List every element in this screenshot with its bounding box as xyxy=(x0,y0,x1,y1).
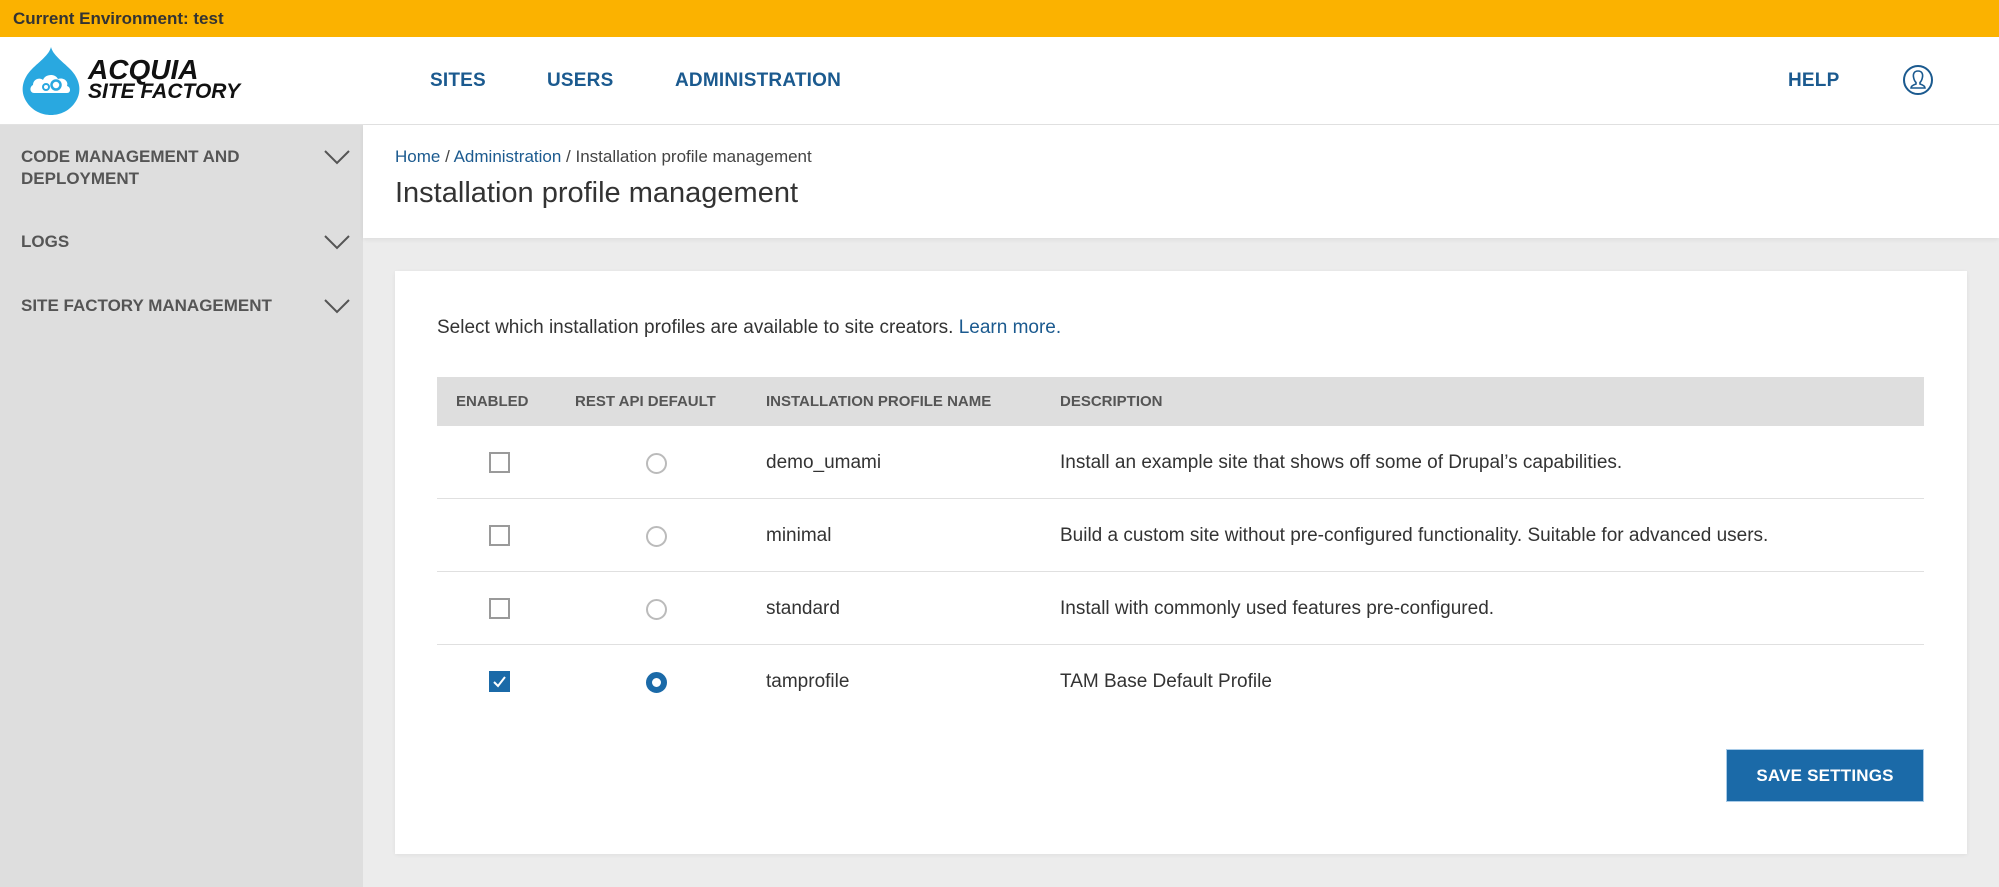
profile-settings-card: Select which installation profiles are a… xyxy=(395,271,1967,854)
profile-description: Build a custom site without pre-configur… xyxy=(1060,525,1769,546)
logo-line2: SITE FACTORY xyxy=(88,80,241,103)
nav-sites[interactable]: SITES xyxy=(430,70,486,92)
sidebar-item-site-factory-management[interactable]: SITE FACTORY MANAGEMENT xyxy=(21,295,351,317)
rest-default-radio[interactable] xyxy=(646,599,667,620)
page-header: Home / Administration / Installation pro… xyxy=(363,125,1999,238)
nav-administration[interactable]: ADMINISTRATION xyxy=(675,70,841,92)
table-row: minimal Build a custom site without pre-… xyxy=(437,499,1924,572)
chevron-down-icon xyxy=(324,150,350,165)
profile-name: demo_umami xyxy=(766,452,882,473)
table-row: demo_umami Install an example site that … xyxy=(437,426,1924,499)
learn-more-link[interactable]: Learn more. xyxy=(959,317,1061,338)
chevron-down-icon xyxy=(324,235,350,250)
top-header: ACQUIA SITE FACTORY SITES USERS ADMINIST… xyxy=(0,37,1999,125)
profiles-table: ENABLED REST API DEFAULT INSTALLATION PR… xyxy=(437,377,1924,718)
rest-default-radio[interactable] xyxy=(646,672,667,693)
column-enabled: ENABLED xyxy=(456,393,529,410)
breadcrumb: Home / Administration / Installation pro… xyxy=(395,147,812,167)
profile-name: tamprofile xyxy=(766,671,850,692)
column-rest-api-default: REST API DEFAULT xyxy=(575,393,716,410)
enabled-checkbox[interactable] xyxy=(489,671,510,692)
sidebar-item-label: LOGS xyxy=(21,232,70,251)
intro-description: Select which installation profiles are a… xyxy=(437,317,959,338)
sidebar-item-code-management[interactable]: CODE MANAGEMENT AND DEPLOYMENT xyxy=(21,146,351,190)
profile-name: standard xyxy=(766,598,840,619)
enabled-checkbox[interactable] xyxy=(489,525,510,546)
enabled-checkbox[interactable] xyxy=(489,452,510,473)
table-row: tamprofile TAM Base Default Profile xyxy=(437,645,1924,718)
profile-description: TAM Base Default Profile xyxy=(1060,671,1272,692)
sidebar: CODE MANAGEMENT AND DEPLOYMENT LOGS SITE… xyxy=(0,125,363,887)
intro-text: Select which installation profiles are a… xyxy=(437,317,1061,339)
table-header: ENABLED REST API DEFAULT INSTALLATION PR… xyxy=(437,377,1924,426)
profile-description: Install an example site that shows off s… xyxy=(1060,452,1623,473)
rest-default-radio[interactable] xyxy=(646,526,667,547)
logo-line1: ACQUIA xyxy=(88,54,199,85)
breadcrumb-home[interactable]: Home xyxy=(395,147,440,166)
nav-users[interactable]: USERS xyxy=(547,70,613,92)
sidebar-item-label: SITE FACTORY MANAGEMENT xyxy=(21,296,272,315)
acquia-site-factory-logo[interactable]: ACQUIA SITE FACTORY xyxy=(20,45,250,117)
checkmark-icon xyxy=(493,676,506,688)
save-settings-button[interactable]: SAVE SETTINGS xyxy=(1726,749,1924,802)
chevron-down-icon xyxy=(324,299,350,314)
enabled-checkbox[interactable] xyxy=(489,598,510,619)
rest-default-radio[interactable] xyxy=(646,453,667,474)
breadcrumb-separator: / xyxy=(440,147,454,166)
table-row: standard Install with commonly used feat… xyxy=(437,572,1924,645)
drupal-drop-cloud-icon xyxy=(22,47,80,115)
page-title: Installation profile management xyxy=(395,177,799,209)
breadcrumb-administration[interactable]: Administration xyxy=(454,147,562,166)
profile-description: Install with commonly used features pre-… xyxy=(1060,598,1495,619)
environment-banner: Current Environment: test xyxy=(0,0,1999,37)
sidebar-item-logs[interactable]: LOGS xyxy=(21,231,351,253)
profile-name: minimal xyxy=(766,525,832,546)
column-description: DESCRIPTION xyxy=(1060,393,1163,410)
breadcrumb-separator: / xyxy=(561,147,576,166)
nav-help[interactable]: HELP xyxy=(1788,70,1839,92)
sidebar-item-label: CODE MANAGEMENT AND DEPLOYMENT xyxy=(21,147,240,188)
user-circle-icon[interactable] xyxy=(1902,64,1934,96)
column-profile-name: INSTALLATION PROFILE NAME xyxy=(766,393,992,410)
breadcrumb-current: Installation profile management xyxy=(575,147,812,166)
